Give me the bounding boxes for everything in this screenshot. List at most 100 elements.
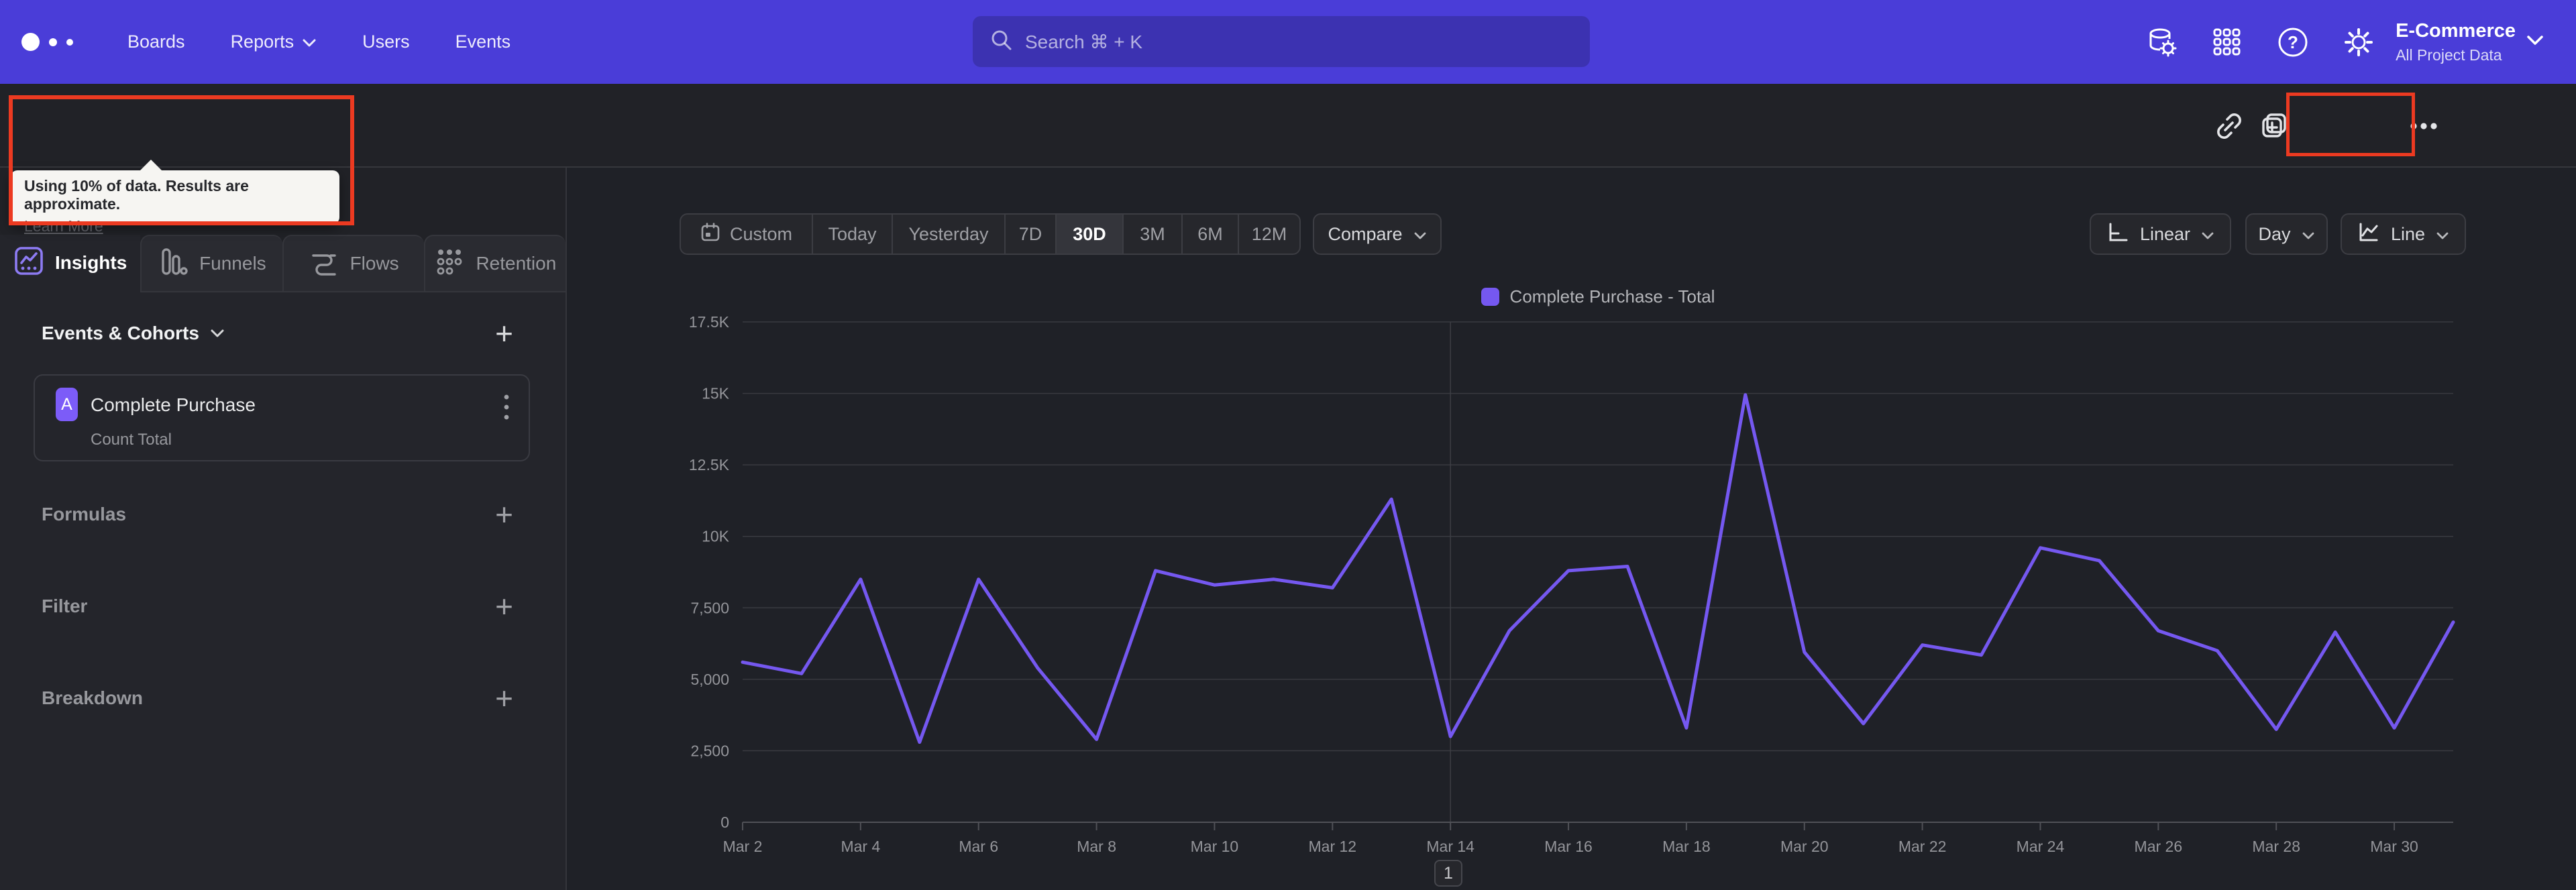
svg-text:Mar 24: Mar 24: [2017, 838, 2065, 855]
svg-text:0: 0: [720, 814, 729, 831]
range-today[interactable]: Today: [813, 215, 893, 254]
calendar-icon: [700, 222, 720, 247]
tab-retention[interactable]: Retention: [423, 235, 566, 292]
svg-text:Mar 20: Mar 20: [1780, 838, 1829, 855]
report-type-tabs: Insights Funnels Flows Retention: [0, 235, 566, 292]
chevron-down-icon: [2436, 224, 2449, 245]
project-chevron-down-icon: [2526, 35, 2544, 49]
retention-dots-icon: [434, 246, 465, 282]
svg-text:Mar 12: Mar 12: [1309, 838, 1357, 855]
breakdown-label: Breakdown: [42, 687, 143, 708]
add-to-board-icon[interactable]: [2258, 84, 2292, 168]
range-yesterday[interactable]: Yesterday: [893, 215, 1006, 254]
nav-item-users[interactable]: Users: [362, 32, 410, 52]
share-link-icon[interactable]: [2212, 84, 2246, 168]
svg-text:10K: 10K: [702, 528, 730, 545]
legend-swatch: [1481, 287, 1499, 306]
range-30d[interactable]: 30D: [1057, 215, 1124, 254]
range-12m[interactable]: 12M: [1239, 215, 1299, 254]
help-icon[interactable]: ?: [2277, 26, 2309, 58]
svg-text:5,000: 5,000: [690, 671, 729, 688]
tab-funnels[interactable]: Funnels: [140, 235, 282, 292]
apps-grid-icon[interactable]: [2211, 26, 2243, 58]
more-options-icon[interactable]: [2407, 84, 2440, 168]
chevron-down-icon: [2201, 224, 2214, 245]
tooltip-text: Using 10% of data. Results are approxima…: [24, 177, 249, 213]
tooltip-learn-more-link[interactable]: Learn More: [24, 217, 103, 235]
tab-insights-label: Insights: [54, 252, 127, 273]
linear-axis-icon: [2106, 221, 2129, 248]
search-placeholder: Search ⌘ + K: [1025, 31, 1143, 52]
range-custom[interactable]: Custom: [681, 215, 813, 254]
svg-text:12.5K: 12.5K: [689, 456, 730, 474]
svg-text:Mar 2: Mar 2: [723, 838, 763, 855]
formulas-section: Formulas +: [0, 494, 566, 535]
add-event-button[interactable]: +: [495, 318, 513, 349]
svg-text:Mar 6: Mar 6: [959, 838, 998, 855]
event-series-badge: A: [56, 388, 78, 421]
svg-text:2,500: 2,500: [690, 742, 729, 759]
event-menu-icon[interactable]: [503, 393, 510, 425]
compare-dropdown[interactable]: Compare: [1313, 213, 1442, 255]
logo-dot-medium: [49, 38, 57, 46]
svg-text:Mar 28: Mar 28: [2252, 838, 2300, 855]
chart-legend[interactable]: Complete Purchase - Total: [743, 282, 2453, 311]
legend-label: Complete Purchase - Total: [1509, 286, 1715, 307]
events-cohorts-label[interactable]: Events & Cohorts: [42, 323, 199, 344]
tab-insights[interactable]: Insights: [0, 235, 141, 292]
nav-item-boards[interactable]: Boards: [127, 32, 185, 52]
navbar-icon-group: ?: [2145, 0, 2375, 84]
top-navbar: Boards Reports Users Events Search ⌘ + K…: [0, 0, 2576, 84]
sampling-tooltip: Using 10% of data. Results are approxima…: [11, 160, 339, 235]
scale-dropdown[interactable]: Linear: [2090, 213, 2231, 255]
nav-item-boards-label: Boards: [127, 32, 185, 52]
funnels-bars-icon: [158, 246, 189, 282]
settings-gear-icon[interactable]: [2343, 26, 2375, 58]
event-name[interactable]: Complete Purchase: [91, 394, 256, 416]
range-3m[interactable]: 3M: [1124, 215, 1183, 254]
logo-dot-small: [66, 38, 73, 46]
search-input[interactable]: Search ⌘ + K: [973, 16, 1590, 67]
interval-label: Day: [2258, 223, 2291, 244]
svg-text:7,500: 7,500: [690, 599, 729, 616]
query-sidebar: Insights Funnels Flows Retention Events …: [0, 168, 567, 890]
events-chevron-down-icon[interactable]: [210, 329, 225, 338]
project-switcher[interactable]: E-Commerce All Project Data: [2396, 0, 2516, 84]
event-card[interactable]: A Complete Purchase Count Total: [34, 374, 530, 461]
nav-item-events[interactable]: Events: [455, 32, 511, 52]
svg-text:Mar 10: Mar 10: [1191, 838, 1239, 855]
svg-text:Mar 8: Mar 8: [1077, 838, 1116, 855]
chevron-down-icon: [1413, 224, 1427, 245]
chevron-down-icon: [302, 32, 317, 52]
add-formula-button[interactable]: +: [495, 499, 513, 530]
add-filter-button[interactable]: +: [495, 591, 513, 622]
event-metric[interactable]: Count Total: [91, 431, 172, 449]
add-breakdown-button[interactable]: +: [495, 683, 513, 714]
flows-icon: [309, 246, 339, 282]
range-6m[interactable]: 6M: [1183, 215, 1239, 254]
data-management-icon[interactable]: [2145, 26, 2178, 58]
svg-text:?: ?: [2288, 32, 2298, 52]
project-name: E-Commerce: [2396, 19, 2516, 42]
svg-text:Mar 16: Mar 16: [1544, 838, 1593, 855]
filter-section: Filter +: [0, 586, 566, 626]
report-header-bar: Untitled Sampled + Add description... Sa…: [0, 84, 2576, 230]
svg-text:Mar 4: Mar 4: [841, 838, 880, 855]
insights-chart-icon: [13, 245, 44, 281]
pagination-badge[interactable]: 1: [1434, 860, 1462, 887]
nav-item-reports[interactable]: Reports: [231, 32, 317, 52]
tab-flows-label: Flows: [350, 253, 399, 274]
app-root: Boards Reports Users Events Search ⌘ + K…: [0, 0, 2576, 890]
chevron-down-icon: [2302, 224, 2315, 245]
date-range-control: Custom Today Yesterday 7D 30D 3M 6M 12M: [680, 213, 1301, 255]
line-chart[interactable]: 0 2,500 5,000 7,500 10K 12.5K 15K 17.5K Mar 2 Mar…: [672, 309, 2510, 885]
range-7d[interactable]: 7D: [1006, 215, 1057, 254]
line-chart-icon: [2357, 221, 2380, 248]
mixpanel-logo[interactable]: [21, 33, 95, 51]
nav-item-users-label: Users: [362, 32, 410, 52]
chart-type-dropdown[interactable]: Line: [2341, 213, 2466, 255]
chart-type-label: Line: [2390, 223, 2426, 244]
formulas-label: Formulas: [42, 504, 127, 524]
interval-dropdown[interactable]: Day: [2245, 213, 2328, 255]
tab-flows[interactable]: Flows: [282, 235, 424, 292]
